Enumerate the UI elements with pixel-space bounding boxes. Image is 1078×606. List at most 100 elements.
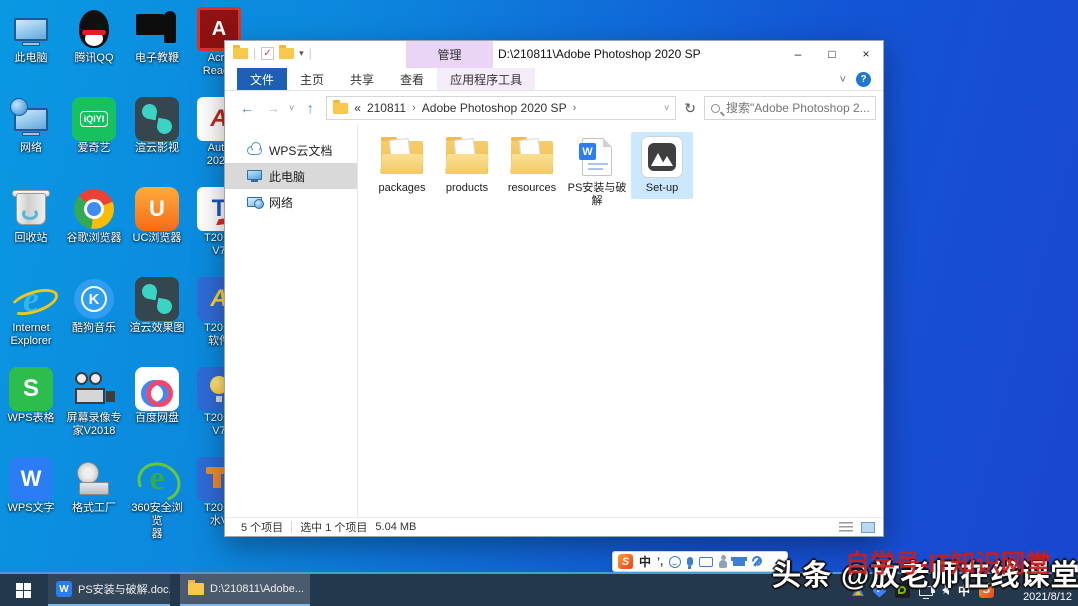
desktop-icon-screen-recorder[interactable]: 屏幕录像专 家V2018 [63,366,125,438]
history-dropdown-icon[interactable]: ˅ [289,103,294,113]
folder-icon [511,141,553,174]
skin-icon[interactable] [733,557,745,566]
file-packages[interactable]: packages [371,132,433,199]
desktop-icon-xuanyun-video[interactable]: 渲云影视 [126,96,188,155]
help-icon[interactable]: ? [856,72,871,87]
file-products[interactable]: products [436,132,498,199]
tab-view[interactable]: 查看 [387,68,437,90]
item-count: 5 个项目 [241,519,283,535]
checkmark-icon[interactable]: ✓ [261,47,274,60]
sidebar-item-this-pc[interactable]: 此电脑 [225,163,357,189]
up-button[interactable]: ↑ [300,100,320,116]
desktop-icon-uc-browser[interactable]: U UC浏览器 [126,186,188,245]
tab-home[interactable]: 主页 [287,68,337,90]
kugou-icon: K [74,279,114,319]
nvidia-tray-icon[interactable] [895,583,910,598]
address-dropdown-icon[interactable]: ˅ [664,103,669,113]
format-factory-icon [71,456,117,502]
microphone-icon[interactable] [687,557,693,566]
file-ps-crack-doc[interactable]: W PS安装与破解 [566,132,628,212]
desktop-icon-iqiyi[interactable]: iQIYI 爱奇艺 [63,96,125,155]
tab-share[interactable]: 共享 [337,68,387,90]
xuanyun-render-icon [135,277,179,321]
desktop-icon-kugou-music[interactable]: K 酷狗音乐 [63,276,125,335]
ime-mode-chinese[interactable]: 中 [639,553,651,570]
breadcrumb-current-folder[interactable]: Adobe Photoshop 2020 SP [422,101,567,115]
tab-app-tools[interactable]: 应用程序工具 [437,68,535,90]
desktop-icon-e-pointer[interactable]: 电子教鞭 [126,6,188,65]
address-bar[interactable]: « 210811 › Adobe Photoshop 2020 SP › ˅ [326,96,676,120]
status-bar: 5 个项目 选中 1 个项目 5.04 MB [225,517,883,536]
qq-penguin-icon [71,6,117,52]
file-setup-selected[interactable]: Set-up [631,132,693,199]
file-resources[interactable]: resources [501,132,563,199]
desktop-icon-wps-sheet[interactable]: S WPS表格 [0,366,62,425]
ie-icon: e [9,277,53,321]
360-browser-icon: e [135,457,179,501]
tab-file[interactable]: 文件 [237,68,287,90]
breadcrumb-prefix[interactable]: « [354,101,361,115]
close-button[interactable]: × [849,41,883,67]
desktop-icon-360-browser[interactable]: e 360安全浏览 器 [126,456,188,541]
desktop-icon-chrome[interactable]: 谷歌浏览器 [63,186,125,245]
desktop-icon-format-factory[interactable]: 格式工厂 [63,456,125,515]
start-button[interactable] [0,574,46,606]
desktop-icon-tencent-qq[interactable]: 腾讯QQ [63,6,125,65]
folder-icon [381,141,423,174]
selected-size: 5.04 MB [375,521,416,533]
volume-tray-icon[interactable] [942,585,949,595]
selected-count: 选中 1 个项目 [300,519,367,535]
desktop-icon-recycle-bin[interactable]: 回收站 [0,186,62,245]
desktop-icon-xuanyun-render[interactable]: 渲云效果图 [126,276,188,335]
desktop-icon-this-pc[interactable]: 此电脑 [0,6,62,65]
sogou-tray-icon[interactable]: S [979,583,994,598]
wps-doc-icon: W [56,581,72,597]
shield-tray-icon[interactable]: ✓ [873,583,886,598]
cloud-icon [247,146,262,155]
emoji-icon[interactable] [669,556,681,568]
sidebar-item-network[interactable]: 网络 [225,189,357,215]
keyboard-icon[interactable] [699,557,713,567]
file-list: packages products resources W PS安装与破解 Se… [358,125,883,517]
maximize-button[interactable]: □ [815,41,849,67]
large-icons-view-icon[interactable] [861,522,875,533]
toolbox-icon[interactable] [751,556,763,568]
forward-button[interactable]: → [263,100,283,116]
drive-tray-icon[interactable] [852,585,864,596]
xuanyun-fish-icon [135,97,179,141]
ime-punctuation-icon[interactable]: ’, [657,556,663,568]
context-tab-manage[interactable]: 管理 [406,41,493,68]
blackboard-pointer-icon [134,6,180,52]
folder-icon[interactable] [233,48,248,59]
wps-word-icon: W [9,457,53,501]
ribbon-collapse-icon[interactable]: ˅ [840,74,846,86]
search-input[interactable] [726,101,869,115]
desktop-icon-baidu-pan[interactable]: 百度网盘 [126,366,188,425]
sogou-ime-bar[interactable]: S 中 ’, [612,551,788,572]
refresh-icon[interactable]: ↻ [684,100,696,117]
sogou-logo-icon[interactable]: S [618,554,633,569]
address-bar-row: ← → ˅ ↑ « 210811 › Adobe Photoshop 2020 … [225,91,883,125]
desktop-icon-network[interactable]: 网络 [0,96,62,155]
wps-sheet-icon: S [9,367,53,411]
uc-browser-icon: U [135,187,179,231]
sidebar-item-wps-cloud[interactable]: WPS云文档 [225,137,357,163]
desktop-icon-wps-word[interactable]: W WPS文字 [0,456,62,515]
explorer-window: | ✓ ▾ | 管理 D:\210811\Adobe Photoshop 202… [224,40,884,537]
title-bar[interactable]: | ✓ ▾ | 管理 D:\210811\Adobe Photoshop 202… [225,41,883,68]
desktop-icon-internet-explorer[interactable]: e Internet Explorer [0,276,62,348]
taskbar-button-explorer[interactable]: D:\210811\Adobe... [180,574,310,606]
ime-indicator[interactable]: 中 [958,582,970,599]
back-button[interactable]: ← [237,100,257,116]
taskbar-button-wps-doc[interactable]: W PS安装与破解.doc... [48,574,170,606]
folder-icon[interactable] [279,48,294,59]
breadcrumb-210811[interactable]: 210811 [367,101,406,115]
account-icon[interactable] [719,560,727,568]
windows-logo-icon [16,583,31,598]
tray-date: 2021/8/12 [1023,591,1072,604]
minimize-button[interactable]: – [781,41,815,67]
qat-dropdown-icon[interactable]: ▾ [299,48,304,59]
search-box[interactable] [704,96,876,120]
details-view-icon[interactable] [839,522,853,533]
clock-date[interactable]: 2021/8/12 [1023,591,1072,604]
